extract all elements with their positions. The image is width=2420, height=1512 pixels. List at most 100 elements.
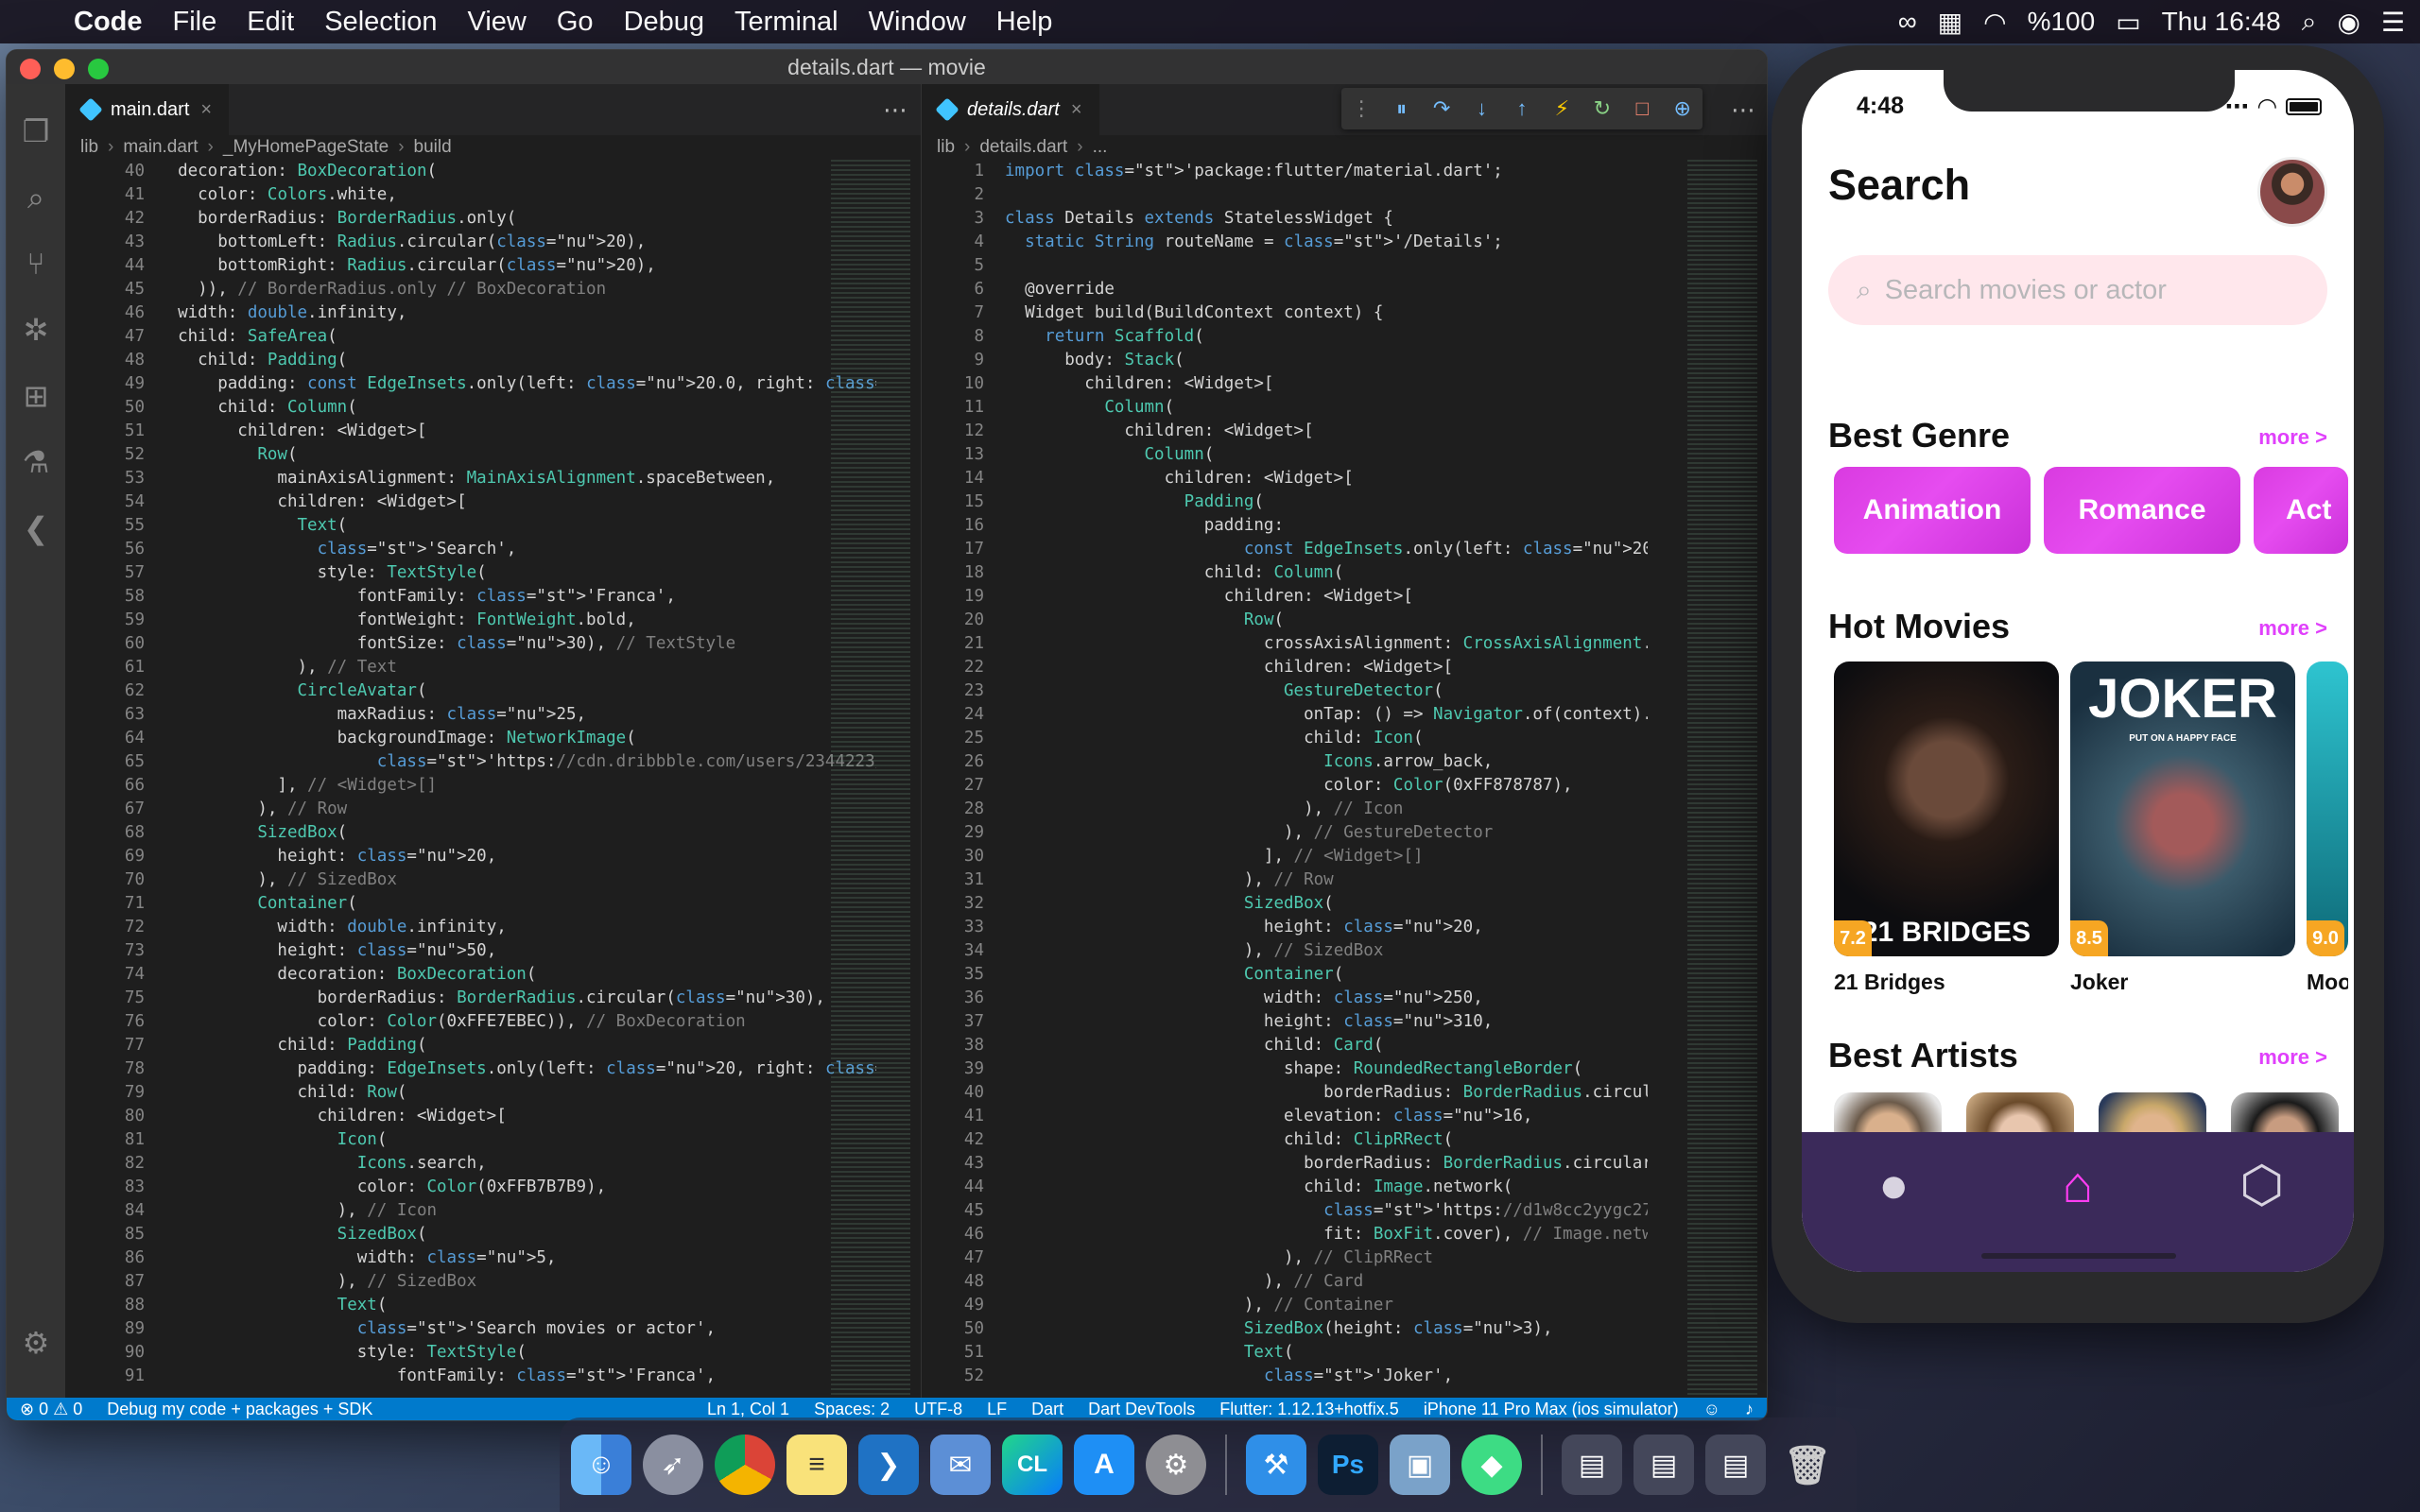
code-line[interactable]: onTap: () => Navigator.of(context).pop()… [1005, 703, 1648, 727]
code-line[interactable]: width: class="nu">250, [1005, 987, 1648, 1010]
code-line[interactable]: bottomLeft: Radius.circular(class="nu">2… [158, 231, 876, 254]
pause-icon[interactable]: ⏸ [1390, 96, 1414, 121]
step-into-icon[interactable]: ↓ [1470, 96, 1495, 121]
stop-icon[interactable]: □ [1630, 96, 1654, 121]
android-studio-icon[interactable]: ◆ [1461, 1435, 1522, 1495]
feedback-icon[interactable]: ☺ [1703, 1400, 1720, 1419]
dart-devtools[interactable]: Dart DevTools [1088, 1400, 1195, 1419]
debug-icon[interactable]: ✲ [17, 311, 55, 349]
hot-reload-icon[interactable]: ⚡ [1549, 96, 1574, 121]
wifi-icon[interactable]: ◠ [1983, 7, 2006, 38]
creative-cloud-icon[interactable]: ∞ [1898, 7, 1917, 37]
breadcrumb-item[interactable]: _MyHomePageState [223, 137, 389, 158]
code-line[interactable]: class Details extends StatelessWidget { [1005, 207, 1648, 231]
menu-help[interactable]: Help [996, 7, 1053, 38]
code-line[interactable]: )), // BorderRadius.only // BoxDecoratio… [158, 278, 876, 301]
code-line[interactable]: Icons.arrow_back, [1005, 750, 1648, 774]
code-line[interactable]: children: <Widget>[ [1005, 420, 1648, 443]
code-line[interactable]: Row( [158, 443, 876, 467]
encoding[interactable]: UTF-8 [914, 1400, 962, 1419]
flutter-icon[interactable]: ❮ [17, 509, 55, 547]
battery-percent[interactable]: %100 [2028, 7, 2096, 37]
genre-chip[interactable]: Act [2254, 467, 2348, 554]
code-line[interactable]: child: Column( [158, 396, 876, 420]
more-actions-icon[interactable]: ⋯ [1731, 95, 1755, 125]
code-line[interactable]: ], // <Widget>[] [1005, 845, 1648, 868]
testing-flask-icon[interactable]: ⚗ [17, 443, 55, 481]
preview-icon[interactable]: ▣ [1390, 1435, 1450, 1495]
code-line[interactable]: decoration: BoxDecoration( [158, 160, 876, 183]
movie-card[interactable]: 21 BRIDGES 7.2 21 Bridges [1834, 662, 2059, 995]
tab-details-dart[interactable]: details.dart × [922, 84, 1100, 135]
code-line[interactable]: width: class="nu">5, [158, 1246, 876, 1270]
code-line[interactable]: width: double.infinity, [158, 301, 876, 325]
appstore-icon[interactable]: A [1074, 1435, 1134, 1495]
mail-icon[interactable]: ✉ [930, 1435, 991, 1495]
code-line[interactable]: Text( [1005, 1341, 1648, 1365]
menu-debug[interactable]: Debug [624, 7, 704, 38]
code-line[interactable]: fontFamily: class="st">'Franca', [158, 585, 876, 609]
code-line[interactable]: Text( [158, 514, 876, 538]
code-line[interactable]: Padding( [1005, 490, 1648, 514]
code-line[interactable]: fontFamily: class="st">'Franca', [158, 1365, 876, 1388]
explorer-icon[interactable]: ❐ [17, 112, 55, 150]
trash-icon[interactable]: 🗑 [1777, 1435, 1838, 1495]
breadcrumb-item[interactable]: build [414, 137, 452, 158]
breadcrumb-item[interactable]: lib [937, 137, 955, 158]
device-selector[interactable]: iPhone 11 Pro Max (ios simulator) [1424, 1400, 1679, 1419]
line-ending[interactable]: LF [987, 1400, 1007, 1419]
code-area-left[interactable]: 40 41 42 43 44 45 46 47 48 49 50 51 52 53 54 55 56 57 58 59… [65, 160, 921, 1400]
code-line[interactable]: height: class="nu">310, [1005, 1010, 1648, 1034]
code-line[interactable]: width: double.infinity, [158, 916, 876, 939]
clion-icon[interactable]: CL [1002, 1435, 1063, 1495]
notes-icon[interactable]: ≡ [786, 1435, 847, 1495]
code-line[interactable]: fontWeight: FontWeight.bold, [158, 609, 876, 632]
code-line[interactable]: ), // SizedBox [158, 868, 876, 892]
window-thumb-icon[interactable]: ▤ [1705, 1435, 1766, 1495]
menu-window[interactable]: Window [869, 7, 966, 38]
code-line[interactable] [1005, 254, 1648, 278]
code-line[interactable]: child: Column( [1005, 561, 1648, 585]
code-line[interactable]: Widget build(BuildContext context) { [1005, 301, 1648, 325]
menu-selection[interactable]: Selection [324, 7, 437, 38]
menu-go[interactable]: Go [557, 7, 594, 38]
code-text[interactable]: decoration: BoxDecoration( color: Colors… [158, 160, 876, 1400]
code-line[interactable]: Text( [158, 1294, 876, 1317]
code-line[interactable]: Container( [158, 892, 876, 916]
genre-chip[interactable]: Romance [2044, 467, 2240, 554]
code-line[interactable]: class="st">'Joker', [1005, 1365, 1648, 1388]
code-line[interactable]: SizedBox( [158, 1223, 876, 1246]
vscode-icon[interactable]: ❯ [858, 1435, 919, 1495]
code-line[interactable]: backgroundImage: NetworkImage( [158, 727, 876, 750]
close-icon[interactable]: × [200, 99, 212, 121]
home-indicator[interactable] [1981, 1253, 2176, 1259]
code-area-right[interactable]: 1 2 3 4 5 6 7 8 9 10 11 12 13 14 15 16 17 18 19 20 21 22 23 24 2… [922, 160, 1767, 1400]
code-line[interactable]: Icons.search, [158, 1152, 876, 1176]
home-tab-icon[interactable]: ⌂ [2049, 1157, 2106, 1213]
breadcrumb-item[interactable]: ... [1093, 137, 1108, 158]
menu-clock[interactable]: Thu 16:48 [2162, 7, 2281, 37]
code-line[interactable]: SizedBox( [158, 821, 876, 845]
breadcrumb-item[interactable]: lib [80, 137, 98, 158]
source-control-icon[interactable]: ⑂ [17, 245, 55, 283]
search-icon[interactable]: ⌕ [17, 179, 55, 216]
code-line[interactable]: ), // Icon [158, 1199, 876, 1223]
code-line[interactable]: Row( [1005, 609, 1648, 632]
restart-icon[interactable]: ↻ [1590, 96, 1615, 121]
battery-icon[interactable]: ▭ [2116, 7, 2140, 38]
launchpad-icon[interactable]: ➶ [643, 1435, 703, 1495]
indentation[interactable]: Spaces: 2 [814, 1400, 890, 1419]
code-line[interactable]: class="st">'https://d1w8cc2yygc27j.cloud… [1005, 1199, 1648, 1223]
finder-icon[interactable]: ☺ [571, 1435, 631, 1495]
code-line[interactable]: CircleAvatar( [158, 679, 876, 703]
code-line[interactable]: fontSize: class="nu">30), // TextStyle [158, 632, 876, 656]
spotlight-icon[interactable]: ⌕ [2302, 7, 2317, 38]
cursor-position[interactable]: Ln 1, Col 1 [707, 1400, 789, 1419]
window-thumb-icon[interactable]: ▤ [1634, 1435, 1694, 1495]
step-out-icon[interactable]: ↑ [1510, 96, 1534, 121]
gear-icon[interactable]: ⚙ [17, 1324, 55, 1362]
code-line[interactable]: bottomRight: Radius.circular(class="nu">… [158, 254, 876, 278]
code-line[interactable]: children: <Widget>[ [1005, 467, 1648, 490]
code-line[interactable]: ), // GestureDetector [1005, 821, 1648, 845]
flutter-version[interactable]: Flutter: 1.12.13+hotfix.5 [1219, 1400, 1399, 1419]
